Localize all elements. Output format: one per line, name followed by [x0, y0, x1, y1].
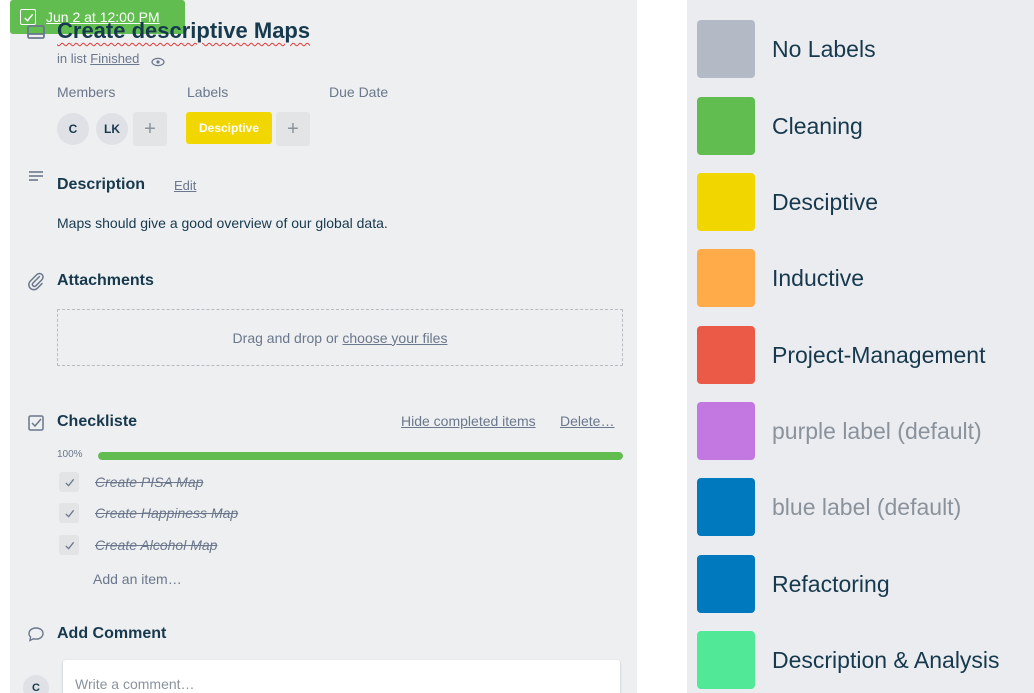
card-detail-panel: Create descriptive Maps in list Finished… — [10, 0, 637, 693]
checklist-item-checkbox[interactable] — [59, 503, 79, 523]
attachments-title: Attachments — [57, 272, 154, 289]
label-option-name: Refactoring — [772, 570, 890, 597]
description-title: Description — [57, 176, 146, 193]
comment-avatar[interactable]: C — [23, 675, 49, 693]
label-swatch — [697, 97, 755, 155]
label-swatch — [697, 631, 755, 689]
label-option-no-labels[interactable]: No Labels — [697, 20, 1034, 78]
eye-icon[interactable] — [151, 55, 165, 66]
choose-files-link[interactable]: choose your files — [342, 330, 447, 346]
paperclip-icon — [26, 271, 46, 291]
label-option-name: Inductive — [772, 264, 865, 291]
label-option-description-analysis[interactable]: Description & Analysis — [697, 631, 1034, 689]
checklist-item[interactable]: Create PISA Map — [59, 471, 459, 493]
add-label-button[interactable]: + — [276, 112, 310, 146]
comment-icon — [26, 624, 46, 644]
checkmark-icon — [23, 13, 33, 22]
description-edit-link[interactable]: Edit — [174, 178, 196, 193]
label-option-name: purple label (default) — [772, 417, 982, 444]
label-option-name: Project-Management — [772, 341, 986, 368]
checklist-icon — [26, 413, 46, 433]
label-option-name: Desciptive — [772, 188, 879, 215]
checklist-title[interactable]: Checkliste — [57, 413, 137, 431]
due-date-label: Due Date — [329, 84, 389, 100]
card-title[interactable]: Create descriptive Maps — [57, 18, 310, 44]
label-option-refactoring[interactable]: Refactoring — [697, 555, 1034, 613]
label-swatch — [697, 326, 755, 384]
attachment-dropzone[interactable]: Drag and drop or choose your files — [57, 309, 623, 366]
label-option-name: blue label (default) — [772, 493, 962, 520]
delete-checklist-button[interactable]: Delete… — [560, 413, 614, 429]
label-option-project-management[interactable]: Project-Management — [697, 326, 1034, 384]
add-comment-title: Add Comment — [57, 625, 167, 642]
dropzone-text: Drag and drop or — [232, 329, 339, 346]
checklist-item-checkbox[interactable] — [59, 472, 79, 492]
checkmark-icon — [64, 509, 74, 518]
description-icon — [26, 166, 46, 186]
label-swatch — [697, 478, 755, 536]
checklist-progress-fill — [98, 452, 623, 460]
comment-input[interactable] — [63, 660, 620, 693]
label-swatch — [697, 555, 755, 613]
label-option-cleaning[interactable]: Cleaning — [697, 97, 1034, 155]
checklist-item[interactable]: Create Happiness Map — [59, 502, 459, 524]
list-name-link[interactable]: Finished — [90, 51, 139, 66]
label-swatch — [697, 402, 755, 460]
in-list-prefix: in list — [57, 51, 87, 66]
in-list-line: in list Finished — [57, 51, 165, 66]
member-avatar-c[interactable]: C — [57, 113, 89, 145]
label-option-name: No Labels — [772, 35, 876, 62]
add-checklist-item-button[interactable]: Add an item… — [93, 571, 182, 587]
checklist-item-text[interactable]: Create Alcohol Map — [95, 537, 217, 553]
checklist-progress-bar — [98, 452, 623, 460]
card-label-chip[interactable]: Desciptive — [186, 112, 272, 144]
label-option-blue-default[interactable]: blue label (default) — [697, 478, 1034, 536]
label-option-desciptive[interactable]: Desciptive — [697, 173, 1034, 231]
labels-panel: No Labels Cleaning Desciptive Inductive … — [687, 0, 1034, 693]
label-option-name: Description & Analysis — [772, 646, 1000, 673]
label-option-inductive[interactable]: Inductive — [697, 249, 1034, 307]
checkmark-icon — [64, 478, 74, 487]
description-text[interactable]: Maps should give a good overview of our … — [57, 215, 388, 231]
labels-label: Labels — [187, 84, 229, 100]
hide-completed-button[interactable]: Hide completed items — [401, 413, 536, 429]
checklist-item-text[interactable]: Create Happiness Map — [95, 505, 238, 521]
label-swatch — [697, 20, 755, 78]
label-option-name: Cleaning — [772, 112, 863, 139]
label-swatch — [697, 173, 755, 231]
add-member-button[interactable]: + — [133, 112, 167, 146]
label-option-purple-default[interactable]: purple label (default) — [697, 402, 1034, 460]
label-swatch — [697, 249, 755, 307]
members-label: Members — [57, 84, 116, 100]
member-avatar-lk[interactable]: LK — [96, 113, 128, 145]
checklist-item[interactable]: Create Alcohol Map — [59, 534, 459, 556]
card-icon — [26, 22, 46, 42]
checklist-item-text[interactable]: Create PISA Map — [95, 474, 203, 490]
checklist-item-checkbox[interactable] — [59, 535, 79, 555]
checkmark-icon — [64, 541, 74, 550]
checklist-progress-percent: 100% — [57, 449, 83, 460]
